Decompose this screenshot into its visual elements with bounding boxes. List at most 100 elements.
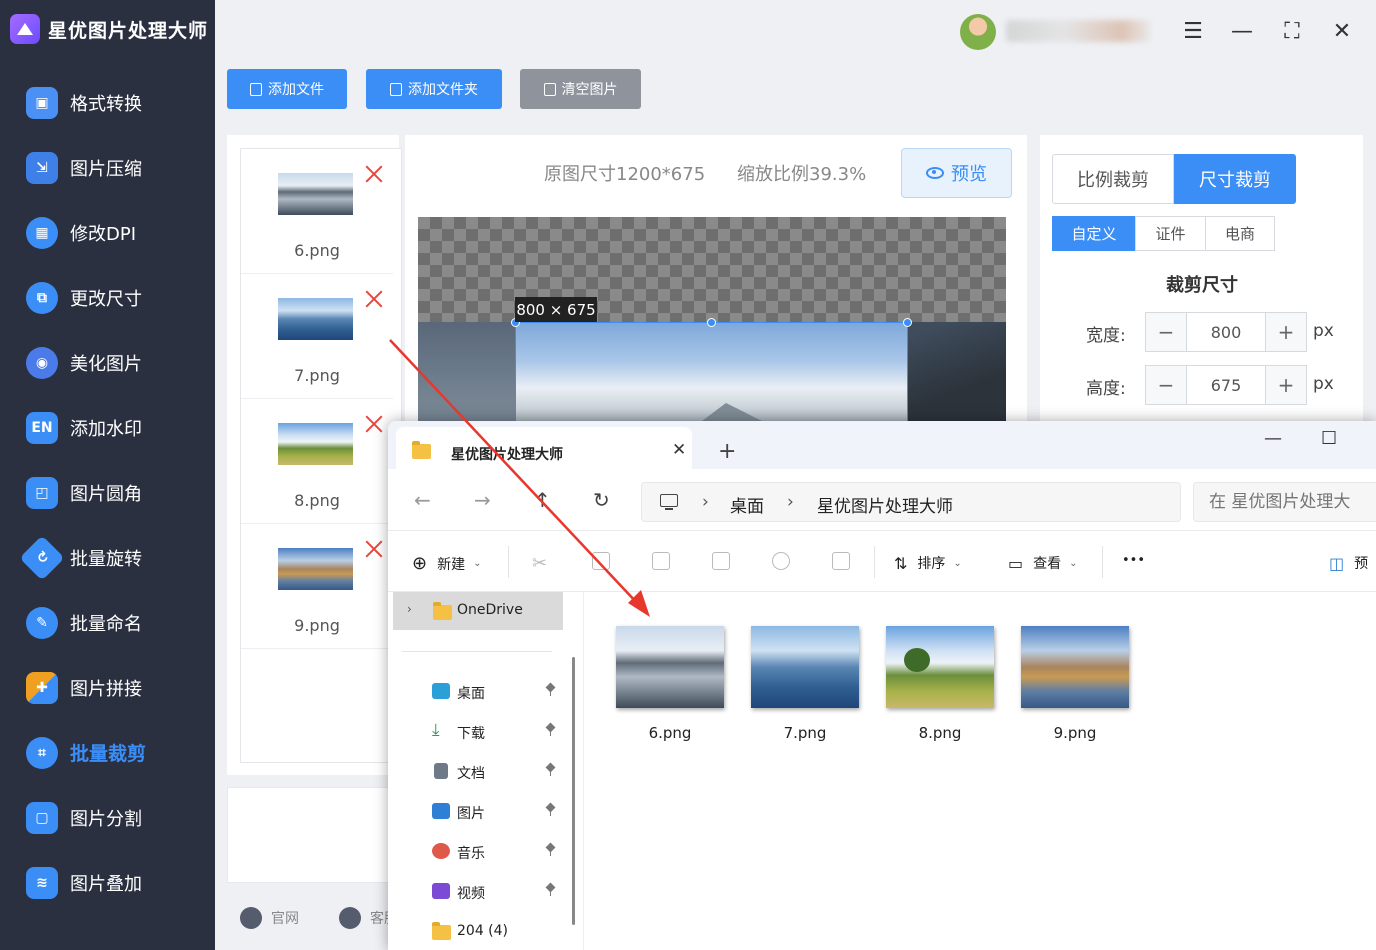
more-options-icon[interactable]: ••• xyxy=(1122,553,1145,568)
pin-icon[interactable] xyxy=(546,764,555,776)
width-stepper[interactable]: − 800 + xyxy=(1145,312,1307,352)
grid-file-item[interactable]: 9.png xyxy=(1011,621,1131,751)
paste-icon[interactable] xyxy=(652,552,670,570)
grid-file-item[interactable]: 7.png xyxy=(741,621,861,751)
sidebar-item-round-corner[interactable]: ◰ 图片圆角 xyxy=(0,460,215,525)
forward-icon[interactable]: → xyxy=(474,488,491,512)
add-file-button[interactable]: 添加文件 xyxy=(227,69,347,109)
breadcrumb-folder[interactable]: 星优图片处理大师 xyxy=(817,492,953,517)
delete-icon[interactable] xyxy=(832,552,850,570)
up-icon[interactable]: ↑ xyxy=(534,488,551,512)
back-icon[interactable]: ← xyxy=(414,488,431,512)
width-input[interactable]: 800 xyxy=(1186,313,1266,351)
website-link[interactable]: 官网 xyxy=(240,907,299,929)
grid-file-thumbnail xyxy=(1021,626,1129,708)
maximize-icon[interactable]: ⛶ xyxy=(1277,16,1307,46)
sidebar-item-overlay[interactable]: ≋ 图片叠加 xyxy=(0,850,215,915)
sidebar-item-music[interactable]: 音乐 xyxy=(432,841,567,863)
sidebar-item-batch-crop[interactable]: ⌗ 批量裁剪 xyxy=(0,720,215,785)
file-item[interactable]: 8.png xyxy=(241,399,393,524)
share-icon[interactable] xyxy=(772,552,790,570)
id-photo-subtab[interactable]: 证件 xyxy=(1135,216,1206,251)
sidebar-item-rotate[interactable]: ↻ 批量旋转 xyxy=(0,525,215,590)
search-box[interactable] xyxy=(1193,482,1376,522)
sidebar-item-split[interactable]: ▢ 图片分割 xyxy=(0,785,215,850)
height-increment-button[interactable]: + xyxy=(1266,366,1306,404)
pin-icon[interactable] xyxy=(546,684,555,696)
avatar[interactable] xyxy=(960,14,996,50)
custom-subtab[interactable]: 自定义 xyxy=(1052,216,1136,251)
sidebar-item-compress[interactable]: ⇲ 图片压缩 xyxy=(0,135,215,200)
refresh-icon[interactable]: ↻ xyxy=(593,488,610,512)
crop-selection-box[interactable] xyxy=(515,322,908,422)
preview-pane-button[interactable]: ◫ 预 xyxy=(1329,553,1368,573)
grid-file-item[interactable]: 6.png xyxy=(606,621,726,751)
sidebar-item-format-convert[interactable]: ▣ 格式转换 xyxy=(0,70,215,135)
sidebar-item-videos[interactable]: 视频 xyxy=(432,881,567,903)
close-icon[interactable]: ✕ xyxy=(1327,16,1357,46)
breadcrumb-desktop[interactable]: 桌面 xyxy=(730,492,764,517)
sidebar-item-watermark[interactable]: EN 添加水印 xyxy=(0,395,215,460)
sidebar-item-beautify[interactable]: ◉ 美化图片 xyxy=(0,330,215,395)
preview-button[interactable]: 预览 xyxy=(901,148,1012,198)
pin-icon[interactable] xyxy=(546,804,555,816)
grid-file-thumbnail xyxy=(616,626,724,708)
sidebar-item-label: 更改尺寸 xyxy=(70,288,142,310)
explorer-maximize-icon[interactable]: ☐ xyxy=(1321,428,1337,449)
sidebar-item-folder-204[interactable]: 204 (4) xyxy=(432,921,567,943)
ratio-crop-tab[interactable]: 比例裁剪 xyxy=(1052,154,1174,204)
sidebar-item-onedrive[interactable]: › OneDrive xyxy=(393,592,563,630)
grid-file-item[interactable]: 8.png xyxy=(876,621,996,751)
sidebar-item-pictures[interactable]: 图片 xyxy=(432,801,567,823)
height-input[interactable]: 675 xyxy=(1186,366,1266,404)
search-input[interactable] xyxy=(1194,483,1376,521)
settings-sliders-icon[interactable]: ☰ xyxy=(1178,16,1208,46)
sidebar-item-resize[interactable]: ⧉ 更改尺寸 xyxy=(0,265,215,330)
file-item[interactable]: 7.png xyxy=(241,274,393,399)
new-button[interactable]: ⊕ 新建 ⌄ xyxy=(412,553,481,574)
chevron-down-icon: ⌄ xyxy=(953,557,962,569)
sidebar-item-downloads[interactable]: ⤓ 下载 xyxy=(432,720,567,743)
delete-file-icon[interactable] xyxy=(365,415,383,433)
tab-close-icon[interactable]: ✕ xyxy=(672,440,686,460)
add-folder-button[interactable]: 添加文件夹 xyxy=(366,69,502,109)
rename-icon[interactable] xyxy=(712,552,730,570)
navigation-scrollbar[interactable] xyxy=(572,657,575,925)
sidebar-item-stitch[interactable]: ✚ 图片拼接 xyxy=(0,655,215,720)
breadcrumb-chevron-icon[interactable]: › xyxy=(787,492,794,512)
delete-file-icon[interactable] xyxy=(365,540,383,558)
view-button[interactable]: ▭ 查看 ⌄ xyxy=(1008,553,1078,573)
height-unit: px xyxy=(1313,374,1334,394)
copy-icon[interactable] xyxy=(592,552,610,570)
file-item[interactable]: 9.png xyxy=(241,524,393,649)
delete-file-icon[interactable] xyxy=(365,290,383,308)
height-decrement-button[interactable]: − xyxy=(1146,366,1186,404)
pin-icon[interactable] xyxy=(546,844,555,856)
explorer-minimize-icon[interactable]: — xyxy=(1264,428,1282,449)
sidebar-item-desktop[interactable]: 桌面 xyxy=(432,681,567,703)
ecommerce-subtab[interactable]: 电商 xyxy=(1205,216,1275,251)
sort-button[interactable]: ⇅ 排序 ⌄ xyxy=(894,553,962,573)
explorer-tab[interactable]: 星优图片处理大师 ✕ xyxy=(396,427,692,469)
clear-images-button[interactable]: 清空图片 xyxy=(520,69,641,109)
sidebar-item-documents[interactable]: 文档 xyxy=(432,761,567,783)
cut-icon[interactable]: ✂ xyxy=(532,553,547,574)
minimize-icon[interactable]: — xyxy=(1227,16,1257,46)
sidebar-item-dpi[interactable]: ▦ 修改DPI xyxy=(0,200,215,265)
file-item[interactable]: 6.png xyxy=(241,149,393,274)
breadcrumb-chevron-icon[interactable]: › xyxy=(702,492,709,512)
crop-canvas[interactable] xyxy=(418,217,1006,422)
delete-file-icon[interactable] xyxy=(365,165,383,183)
pin-icon[interactable] xyxy=(546,724,555,736)
new-tab-icon[interactable]: + xyxy=(718,439,736,464)
width-decrement-button[interactable]: − xyxy=(1146,313,1186,351)
sidebar-item-rename[interactable]: ✎ 批量命名 xyxy=(0,590,215,655)
crop-handle-top-middle[interactable] xyxy=(707,318,716,327)
address-bar[interactable]: › 桌面 › 星优图片处理大师 xyxy=(641,482,1181,522)
height-stepper[interactable]: − 675 + xyxy=(1145,365,1307,405)
size-crop-tab[interactable]: 尺寸裁剪 xyxy=(1174,154,1296,204)
image-convert-icon: ▣ xyxy=(26,86,58,119)
width-increment-button[interactable]: + xyxy=(1266,313,1306,351)
pin-icon[interactable] xyxy=(546,884,555,896)
crop-handle-top-right[interactable] xyxy=(903,318,912,327)
